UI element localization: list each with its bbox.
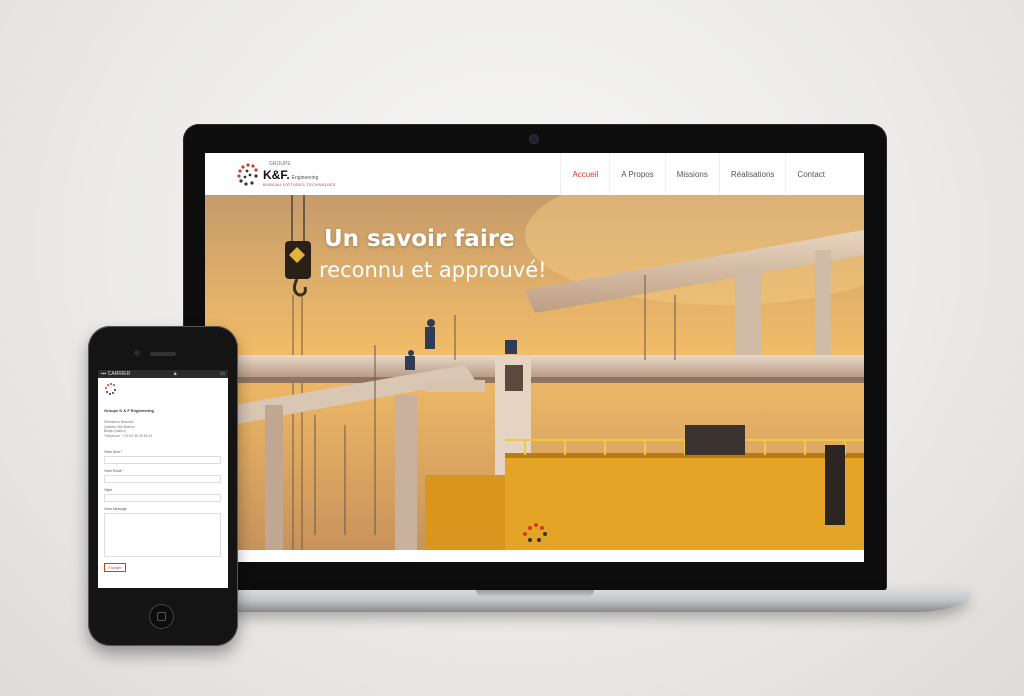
mobile-company-name: Groupe K & F Engineering xyxy=(104,408,155,413)
message-label: Votre Message xyxy=(104,507,127,511)
laptop-notch xyxy=(476,590,594,597)
speaker-grille xyxy=(150,352,176,356)
laptop-screen: GROUPE K&F. Engineering BUREAU D'ÉTUDES T… xyxy=(205,153,864,562)
message-textarea[interactable] xyxy=(104,513,221,557)
home-square-icon xyxy=(157,612,166,621)
construction-scene-image xyxy=(205,195,864,550)
nav-item-contact[interactable]: Contact xyxy=(785,153,836,195)
submit-button[interactable]: Envoyer xyxy=(104,563,126,572)
logo-name: K&F. xyxy=(263,168,290,182)
battery-icon: ▭ xyxy=(220,371,225,377)
front-camera-icon xyxy=(134,350,140,356)
logo-wordmark[interactable]: GROUPE K&F. Engineering BUREAU D'ÉTUDES T… xyxy=(263,162,336,187)
carrier-label: ▪▪▪ CARRIER xyxy=(101,371,131,377)
status-bar: ▪▪▪ CARRIER 🔒︎ ▭ xyxy=(98,370,228,378)
email-label: Votre Email * xyxy=(104,469,124,473)
nav-item-missions[interactable]: Missions xyxy=(664,153,719,195)
carrier-text: CARRIER xyxy=(107,371,131,377)
hero-footer-strip xyxy=(205,550,864,562)
nav-item-realisations[interactable]: Réalisations xyxy=(718,153,786,195)
nav-item-accueil[interactable]: Accueil xyxy=(560,153,609,195)
name-label: Votre Nom * xyxy=(104,450,123,454)
nav-item-a-propos[interactable]: A Propos xyxy=(609,153,664,195)
hero-subtitle: reconnu et approuvé! xyxy=(319,258,547,282)
site-header: GROUPE K&F. Engineering BUREAU D'ÉTUDES T… xyxy=(205,153,864,196)
subject-field[interactable] xyxy=(104,494,221,502)
mobile-address: Résidence Bracine I Quartier Sidi Brahim… xyxy=(104,420,152,438)
hero-title: Un savoir faire xyxy=(324,226,515,252)
address-line: Téléphone : +213 5 35 25 80 44 xyxy=(104,433,153,438)
logo-suffix: Engineering xyxy=(291,175,319,181)
logo-tagline: BUREAU D'ÉTUDES TECHNIQUES xyxy=(263,182,336,187)
name-field[interactable] xyxy=(104,456,221,464)
email-field[interactable] xyxy=(104,475,221,483)
phone-screen: ▪▪▪ CARRIER 🔒︎ ▭ Groupe K & F Engineerin… xyxy=(98,370,228,588)
lock-icon: 🔒︎ xyxy=(173,371,177,377)
mobile-logo-icon[interactable] xyxy=(104,382,118,396)
hero-banner: Un savoir faire reconnu et approuvé! xyxy=(205,195,864,550)
main-nav: Accueil A Propos Missions Réalisations C… xyxy=(560,153,836,195)
webcam-icon xyxy=(530,135,538,143)
subject-label: Objet xyxy=(104,488,113,492)
logo-groupe: GROUPE xyxy=(269,161,291,167)
